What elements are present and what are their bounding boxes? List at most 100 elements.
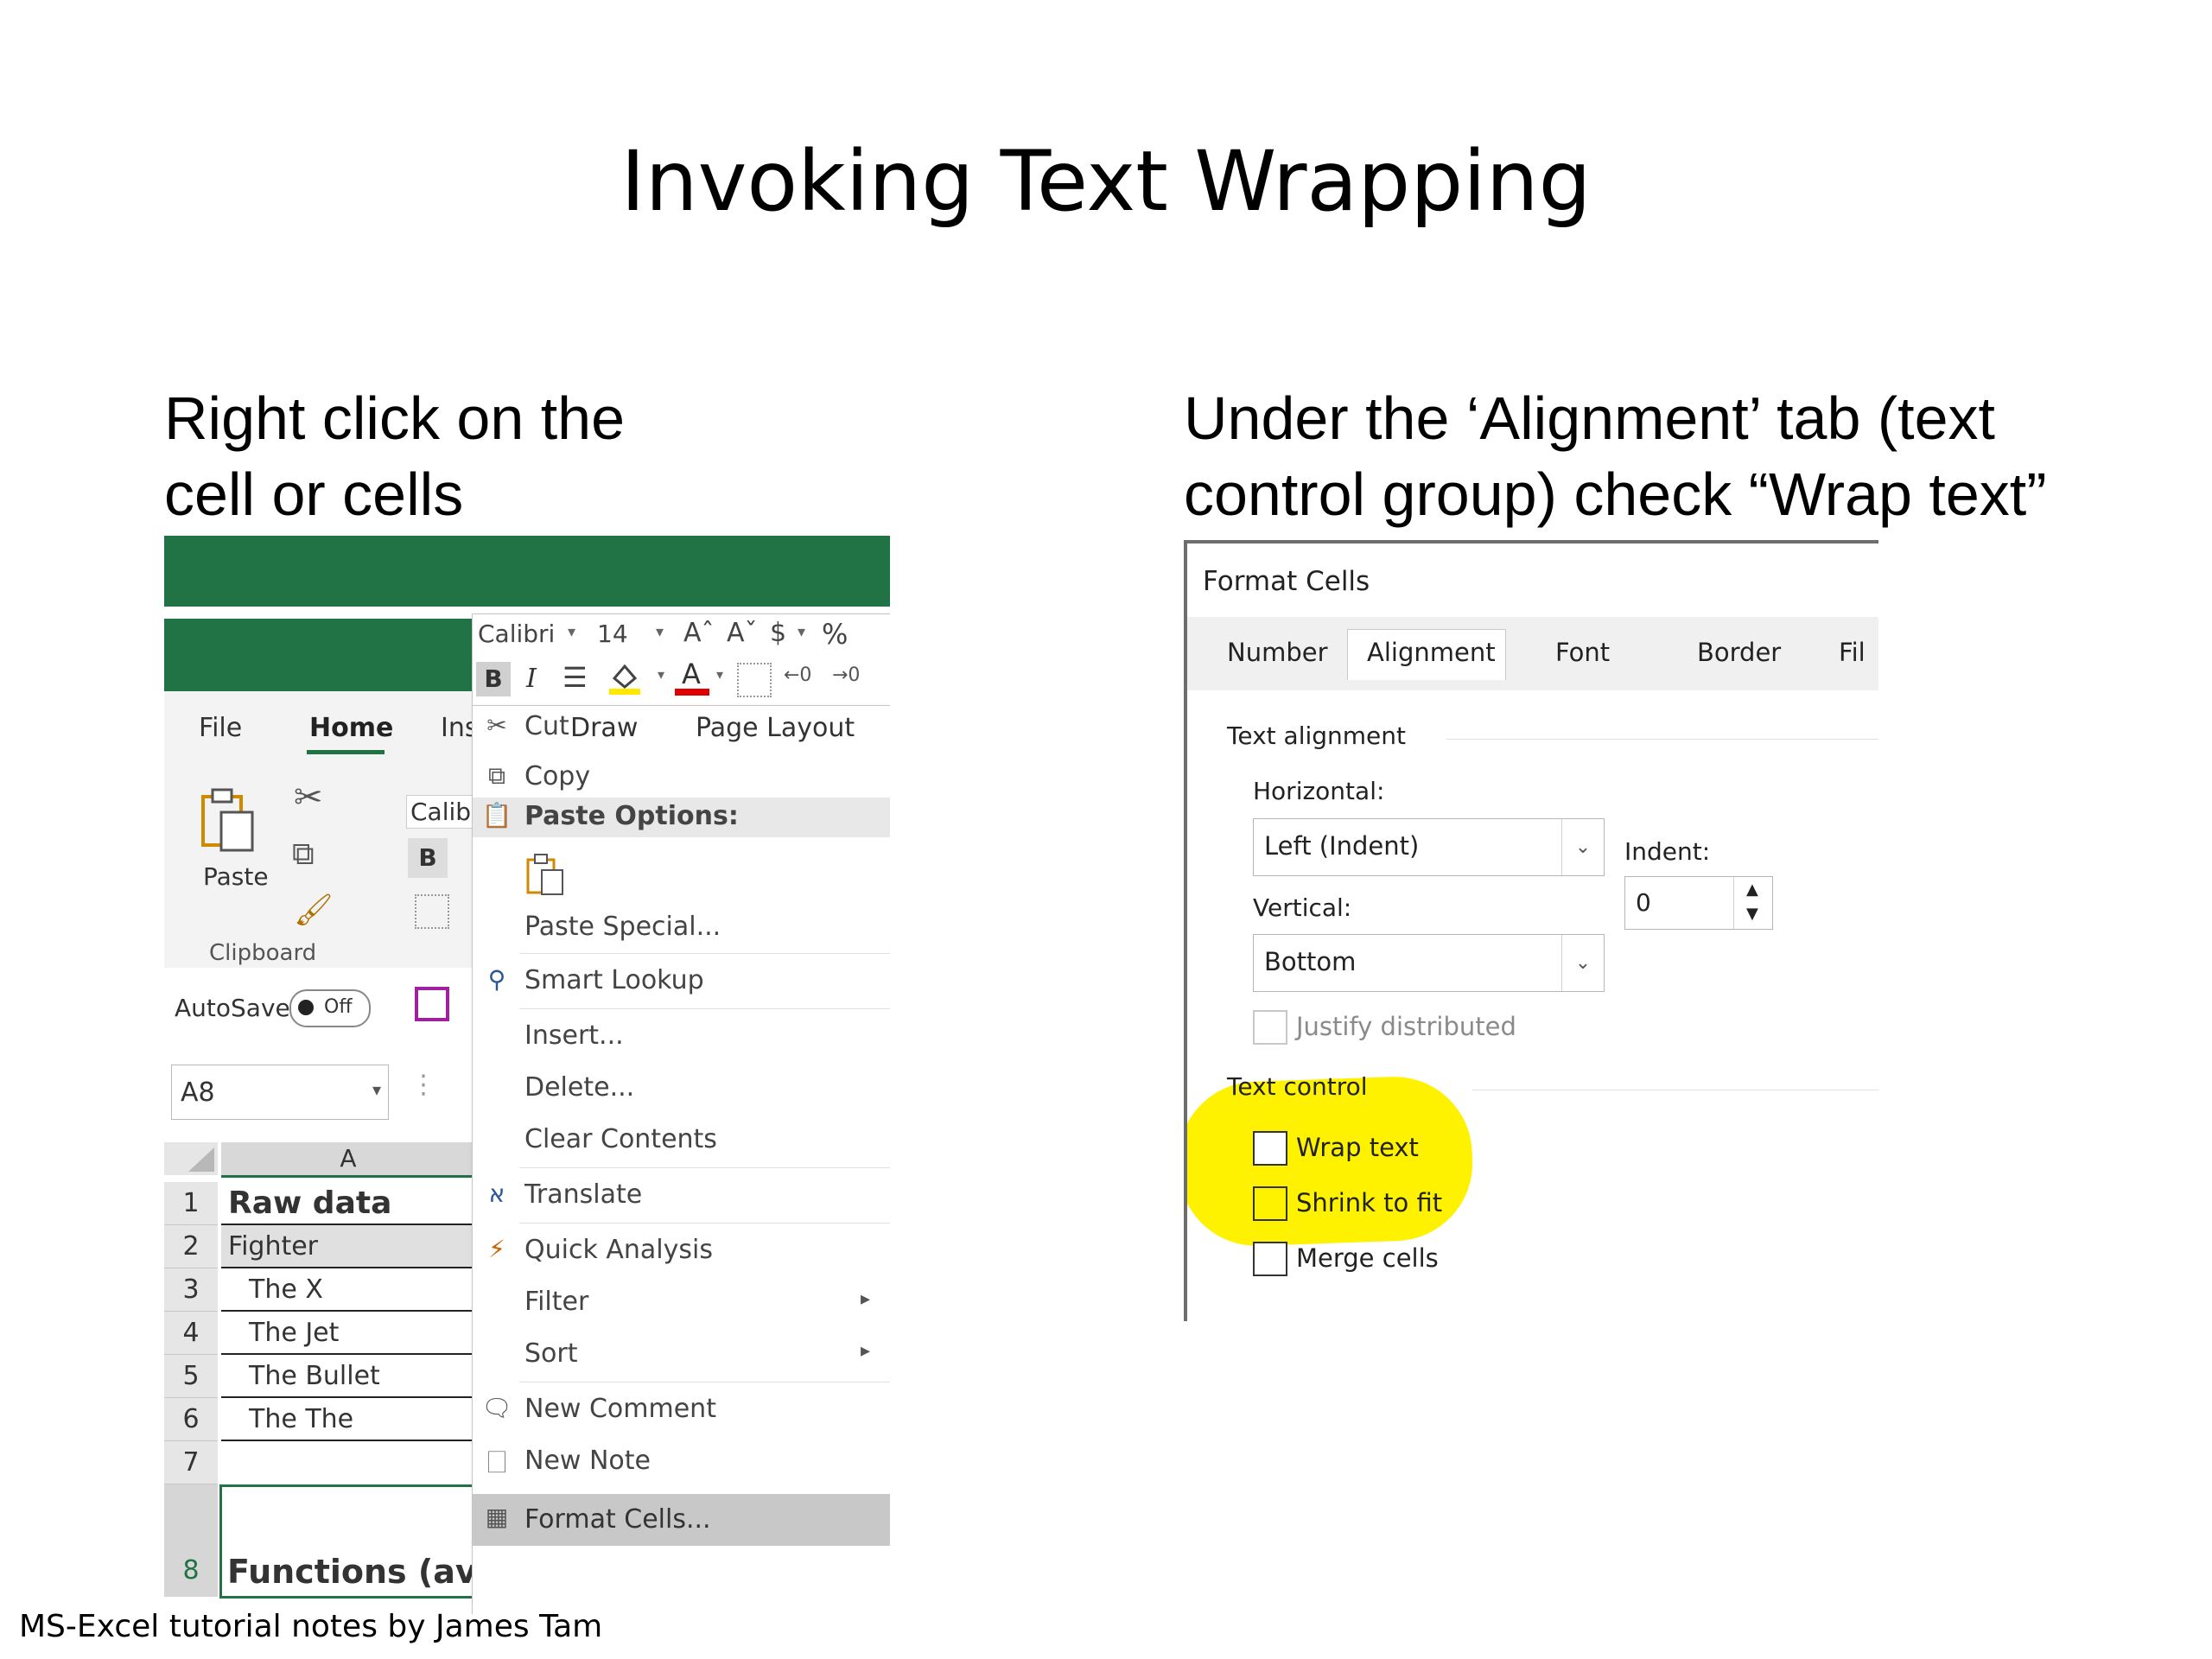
paste-icon[interactable] (199, 786, 259, 855)
mini-bold-button[interactable]: B (476, 662, 511, 696)
table-row[interactable]: 7 (164, 1441, 475, 1484)
name-box[interactable]: A8 ▾ (171, 1065, 389, 1120)
chevron-down-icon[interactable]: ▾ (372, 1079, 381, 1100)
chevron-down-icon[interactable]: ⌄ (1561, 819, 1604, 875)
menu-item-delete[interactable]: Delete... (473, 1067, 890, 1112)
table-row[interactable]: 2 Fighter (164, 1225, 482, 1268)
cut-icon[interactable]: ✂ (294, 778, 323, 817)
merge-cells-checkbox[interactable] (1253, 1242, 1287, 1276)
spin-buttons[interactable]: ▲ ▼ (1733, 877, 1772, 929)
cell-a2[interactable]: Fighter (221, 1225, 482, 1268)
row-number[interactable]: 5 (164, 1355, 218, 1398)
wrap-text-label: Wrap text (1296, 1133, 1419, 1162)
row-number[interactable]: 6 (164, 1398, 218, 1441)
spin-down-icon[interactable]: ▼ (1746, 905, 1758, 923)
tab-file[interactable]: File (199, 713, 242, 743)
row-number[interactable]: 7 (164, 1441, 218, 1484)
increase-decimal-icon[interactable]: →0 (832, 664, 860, 686)
save-icon[interactable] (415, 987, 449, 1021)
row-number[interactable]: 1 (164, 1182, 218, 1225)
cell-a5[interactable]: The Bullet (221, 1355, 503, 1398)
tab-home[interactable]: Home (309, 713, 393, 743)
table-row[interactable]: 3 The X (164, 1268, 503, 1312)
borders-icon[interactable] (737, 663, 772, 697)
horizontal-select[interactable]: Left (Indent) ⌄ (1253, 818, 1605, 876)
tab-fill[interactable]: Fil (1839, 638, 1866, 667)
percent-icon[interactable]: % (822, 618, 848, 651)
mini-italic-button[interactable]: I (526, 664, 537, 694)
vertical-select[interactable]: Bottom ⌄ (1253, 934, 1605, 992)
paste-label[interactable]: Paste (203, 862, 269, 891)
cell-a8[interactable]: Functions (ave (219, 1484, 478, 1599)
chevron-down-icon[interactable]: ▾ (716, 666, 723, 683)
row-number[interactable]: 3 (164, 1268, 218, 1312)
row-number[interactable]: 4 (164, 1312, 218, 1355)
font-name-box[interactable]: Calib (406, 795, 476, 829)
wrap-text-checkbox[interactable] (1253, 1131, 1287, 1166)
cell-a6[interactable]: The The (221, 1398, 503, 1441)
indent-value[interactable]: 0 (1636, 888, 1651, 917)
table-row[interactable]: 1 Raw data (164, 1182, 482, 1225)
autosave-toggle[interactable]: Off (289, 989, 371, 1027)
font-color-icon[interactable]: A (675, 658, 709, 697)
horizontal-value: Left (Indent) (1264, 831, 1420, 861)
tab-draw[interactable]: Draw (570, 713, 638, 743)
currency-icon[interactable]: $ (770, 618, 786, 648)
paste-option-icon[interactable] (526, 853, 566, 896)
chevron-down-icon[interactable]: ▾ (656, 623, 664, 641)
indent-stepper[interactable]: 0 ▲ ▼ (1624, 876, 1773, 930)
tab-home-indicator (307, 750, 385, 754)
menu-item-clear-contents[interactable]: Clear Contents (473, 1119, 890, 1164)
shrink-to-fit-checkbox[interactable] (1253, 1186, 1287, 1221)
tab-page-layout[interactable]: Page Layout (696, 713, 855, 743)
borders-icon[interactable] (415, 894, 449, 929)
spin-up-icon[interactable]: ▲ (1746, 880, 1758, 899)
menu-item-label: Filter (524, 1287, 589, 1317)
cell-a4[interactable]: The Jet (221, 1312, 503, 1355)
tab-alignment[interactable]: Alignment (1367, 638, 1496, 667)
cell-a1[interactable]: Raw data (221, 1182, 482, 1225)
menu-item-smart-lookup[interactable]: ⚲ Smart Lookup (473, 960, 890, 1005)
chevron-down-icon[interactable]: ▾ (798, 623, 805, 641)
menu-item-paste-special[interactable]: Paste Special... (473, 906, 890, 951)
menu-item-new-note[interactable]: 🗌 New Note (473, 1440, 890, 1485)
tab-font[interactable]: Font (1555, 638, 1610, 667)
table-row[interactable]: 4 The Jet (164, 1312, 503, 1355)
table-row[interactable]: 5 The Bullet (164, 1355, 503, 1398)
menu-item-translate[interactable]: א Translate (473, 1174, 890, 1219)
shrink-font-icon[interactable]: Aˇ (727, 618, 758, 648)
menu-item-format-cells[interactable]: ▦ Format Cells... (473, 1494, 890, 1546)
select-all-corner[interactable] (164, 1142, 218, 1175)
submenu-arrow-icon: ▸ (860, 1288, 870, 1310)
mini-font-size[interactable]: 14 (597, 620, 628, 648)
cell-a7[interactable] (221, 1441, 482, 1483)
table-row[interactable]: 8 Functions (ave (164, 1484, 478, 1599)
row-number[interactable]: 2 (164, 1225, 218, 1268)
menu-item-filter[interactable]: Filter ▸ (473, 1281, 890, 1326)
menu-item-insert[interactable]: Insert... (473, 1015, 890, 1060)
menu-item-quick-analysis[interactable]: ⚡ Quick Analysis (473, 1230, 890, 1274)
tab-number[interactable]: Number (1227, 638, 1328, 667)
fill-color-icon[interactable] (607, 661, 642, 696)
align-center-icon[interactable]: ☰ (563, 661, 588, 694)
tab-border[interactable]: Border (1697, 638, 1781, 667)
menu-item-copy[interactable]: ⧉ Copy (473, 756, 890, 801)
chevron-down-icon[interactable]: ▾ (658, 666, 664, 683)
row-number[interactable]: 8 (164, 1484, 218, 1597)
chevron-down-icon[interactable]: ▾ (568, 623, 575, 641)
menu-item-label: Paste Options: (524, 801, 739, 831)
menu-item-new-comment[interactable]: 🗨 New Comment (473, 1389, 890, 1433)
decrease-decimal-icon[interactable]: ←0 (784, 664, 811, 686)
translate-icon: א (488, 1179, 505, 1208)
cell-a3[interactable]: The X (221, 1268, 503, 1312)
table-row[interactable]: 6 The The (164, 1398, 503, 1441)
chevron-down-icon[interactable]: ⌄ (1561, 935, 1604, 991)
copy-icon[interactable]: ⧉ (292, 836, 315, 873)
justify-distributed-checkbox[interactable] (1253, 1010, 1287, 1045)
ribbon-bold-button[interactable]: B (408, 838, 448, 878)
column-header-a[interactable]: A (221, 1142, 475, 1178)
mini-font-name[interactable]: Calibri (478, 620, 555, 648)
menu-item-sort[interactable]: Sort ▸ (473, 1333, 890, 1378)
grow-font-icon[interactable]: Aˆ (683, 618, 715, 648)
format-painter-icon[interactable]: 🖌 (294, 892, 334, 928)
